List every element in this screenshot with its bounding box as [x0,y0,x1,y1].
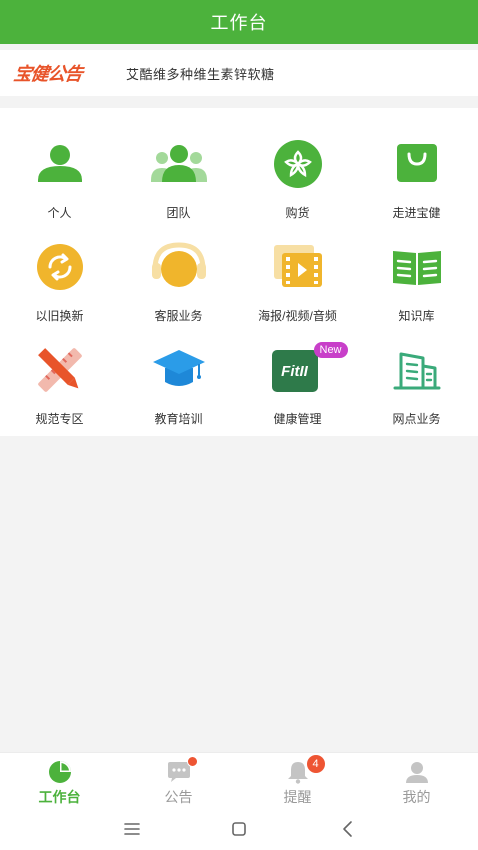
grid-item-trade-in[interactable]: 以旧换新 [0,211,119,323]
person-icon [32,136,88,192]
tab-mine[interactable]: 我的 [357,753,476,809]
headset-icon [151,239,207,295]
fitii-icon: FitII New [270,342,348,398]
reminder-count-badge: 4 [306,755,325,773]
chat-icon [166,756,198,785]
unread-dot [186,756,198,767]
refresh-icon [32,239,88,295]
pie-chart-icon [47,759,73,785]
tab-label: 我的 [402,789,431,805]
bottom-tab-bar: 工作台 公告 4 提醒 我的 [0,752,478,808]
grid-item-label: 规范专区 [35,412,84,426]
tab-reminders[interactable]: 4 提醒 [238,753,357,809]
grid-item-media[interactable]: 海报/视频/音频 [238,211,357,323]
bag-icon [389,136,445,192]
graduation-cap-icon [151,342,207,398]
notice-bar[interactable]: 宝健公告 艾酷维多种维生素锌软糖 [0,50,478,96]
page-title: 工作台 [210,13,268,33]
film-icon [270,239,326,295]
grid-item-label: 教育培训 [154,412,203,426]
new-badge: New [313,342,348,358]
ruler-pencil-icon [32,342,88,398]
fitii-text: FitII [281,362,308,380]
tab-label: 公告 [164,789,193,805]
user-icon [404,759,430,785]
grid-item-education[interactable]: 教育培训 [119,314,238,426]
grid-item-standards[interactable]: 规范专区 [0,314,119,426]
system-nav-bar [0,808,478,850]
grid-item-purchase[interactable]: 购货 [238,108,357,220]
grid-item-health[interactable]: FitII New 健康管理 [238,314,357,426]
grid-item-label: 健康管理 [273,412,322,426]
grid-item-outlets[interactable]: 网点业务 [357,314,476,426]
tab-label: 提醒 [283,789,312,805]
app-header: 工作台 [0,0,478,44]
grid-item-personal[interactable]: 个人 [0,108,119,220]
back-icon[interactable] [336,818,360,840]
grid-item-about[interactable]: 走进宝健 [357,108,476,220]
notice-text[interactable]: 艾酷维多种维生素锌软糖 [126,64,275,83]
tab-workbench[interactable]: 工作台 [0,753,119,809]
home-icon[interactable] [227,818,251,840]
tab-announcements[interactable]: 公告 [119,753,238,809]
notice-logo-text: 宝健公告 [12,64,84,85]
team-icon [150,136,207,192]
bell-icon: 4 [285,755,325,785]
grid-item-knowledge[interactable]: 知识库 [357,211,476,323]
flower-icon [270,136,326,192]
notice-logo: 宝健公告 [12,61,96,85]
grid-item-label: 网点业务 [392,412,441,426]
menu-icon[interactable] [120,818,144,840]
building-icon [389,342,445,398]
grid-item-team[interactable]: 团队 [119,108,238,220]
function-grid: 个人 团队 购货 走进宝健 以旧换新 客服业务 海报/视频/音频 知识库 规范专… [0,108,478,436]
grid-item-customer-service[interactable]: 客服业务 [119,211,238,323]
book-icon [389,239,445,295]
tab-label: 工作台 [38,789,81,805]
